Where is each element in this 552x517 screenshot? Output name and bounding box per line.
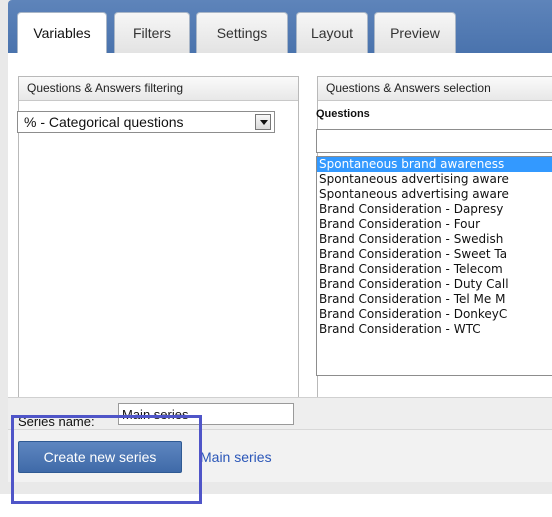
series-action-bar: Create new series Main series bbox=[8, 429, 552, 482]
question-item[interactable]: Brand Consideration - Tel Me M bbox=[317, 292, 552, 307]
question-item[interactable]: Brand Consideration - Duty Call bbox=[317, 277, 552, 292]
question-item[interactable]: Brand Consideration - Telecom bbox=[317, 262, 552, 277]
question-item[interactable]: Brand Consideration - Four bbox=[317, 217, 552, 232]
series-name-label: Series name: bbox=[18, 414, 95, 429]
question-item[interactable]: Brand Consideration - Swedish bbox=[317, 232, 552, 247]
question-item[interactable]: Spontaneous advertising aware bbox=[317, 172, 552, 187]
tab-variables[interactable]: Variables bbox=[17, 12, 107, 54]
question-item[interactable]: Spontaneous brand awareness bbox=[317, 157, 552, 172]
dropdown-arrow-icon[interactable] bbox=[255, 114, 271, 130]
question-type-select-value: % - Categorical questions bbox=[24, 114, 184, 130]
tab-preview[interactable]: Preview bbox=[374, 12, 456, 53]
tab-filters[interactable]: Filters bbox=[114, 12, 190, 53]
selection-panel-title: Questions & Answers selection bbox=[318, 77, 552, 101]
question-item[interactable]: Brand Consideration - Dapresy bbox=[317, 202, 552, 217]
tab-layout[interactable]: Layout bbox=[296, 12, 368, 53]
questions-label: Questions bbox=[316, 108, 370, 120]
create-new-series-button[interactable]: Create new series bbox=[18, 441, 182, 473]
question-item[interactable]: Spontaneous advertising aware bbox=[317, 187, 552, 202]
question-item[interactable]: Brand Consideration - WTC bbox=[317, 322, 552, 337]
tab-bar: Variables Filters Settings Layout Previe… bbox=[8, 0, 552, 54]
tab-settings[interactable]: Settings bbox=[196, 12, 288, 53]
question-type-select[interactable]: % - Categorical questions bbox=[17, 111, 275, 133]
app-frame: Variables Filters Settings Layout Previe… bbox=[0, 0, 552, 494]
question-item[interactable]: Brand Consideration - Sweet Ta bbox=[317, 247, 552, 262]
filtering-panel-title: Questions & Answers filtering bbox=[19, 77, 298, 101]
main-series-link[interactable]: Main series bbox=[200, 449, 272, 465]
series-name-row: Series name: bbox=[8, 397, 552, 430]
series-name-input[interactable] bbox=[118, 403, 294, 425]
question-item[interactable]: Brand Consideration - DonkeyC bbox=[317, 307, 552, 322]
questions-list[interactable]: Spontaneous brand awareness Spontaneous a… bbox=[316, 156, 552, 376]
questions-search-input[interactable] bbox=[316, 129, 552, 153]
